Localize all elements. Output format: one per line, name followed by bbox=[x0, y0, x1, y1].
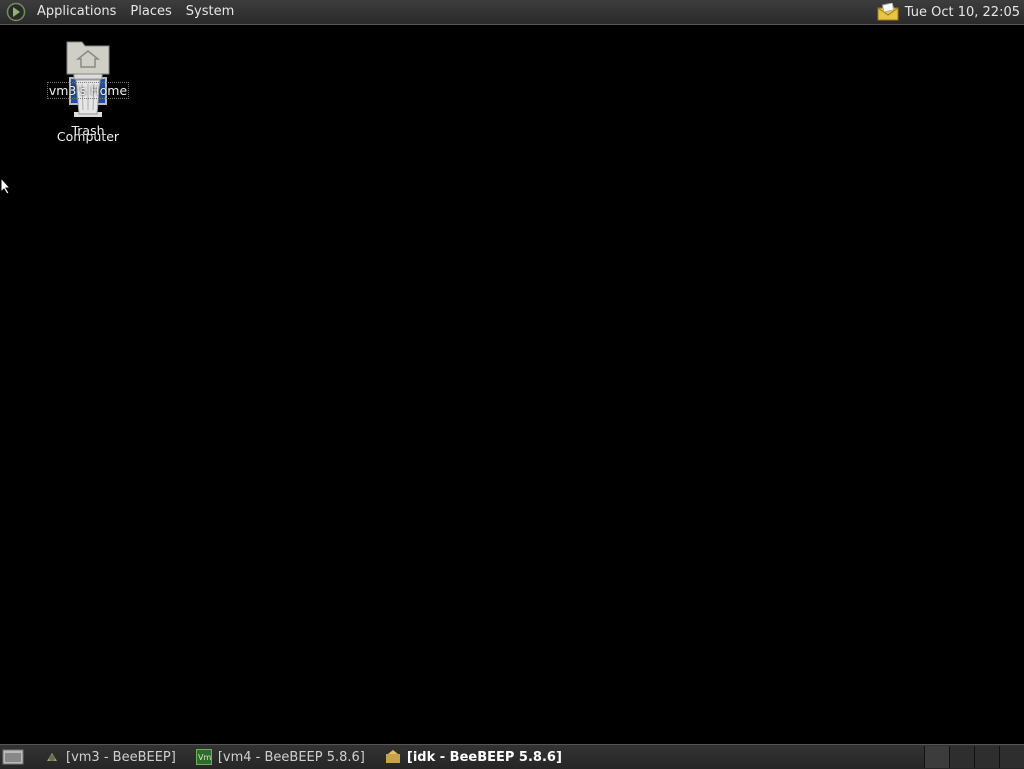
beebeep-icon bbox=[47, 753, 57, 761]
clock[interactable]: Tue Oct 10, 22:05 bbox=[905, 5, 1024, 20]
places-menu[interactable]: Places bbox=[123, 0, 178, 24]
workspace-3[interactable] bbox=[974, 746, 999, 768]
task-idk-beebeep[interactable]: [idk - BeeBEEP 5.8.6] bbox=[379, 745, 568, 769]
panel-tray: Tue Oct 10, 22:05 bbox=[877, 0, 1024, 24]
show-desktop-icon[interactable] bbox=[2, 748, 24, 766]
vm-icon: Vm bbox=[195, 749, 212, 765]
workspace-switcher bbox=[924, 745, 1024, 769]
home-label: vm3's Home bbox=[46, 82, 130, 99]
desktop-icon-home[interactable]: vm3's Home bbox=[43, 36, 133, 99]
workspace-1[interactable] bbox=[924, 746, 949, 768]
workspace-4[interactable] bbox=[999, 746, 1024, 768]
system-menu[interactable]: System bbox=[179, 0, 241, 24]
beebeep-icon bbox=[385, 750, 400, 763]
applications-menu[interactable]: Applications bbox=[30, 0, 123, 24]
svg-text:Vm: Vm bbox=[198, 753, 211, 762]
task-vm3-beebeep[interactable]: [vm3 - BeeBEEP] bbox=[38, 745, 182, 769]
task-label: [vm3 - BeeBEEP] bbox=[66, 749, 176, 765]
top-panel: Applications Places System Tue Oct 10, 2… bbox=[0, 0, 1024, 25]
workspace-2[interactable] bbox=[949, 746, 974, 768]
taskbar: [vm3 - BeeBEEP] Vm [vm4 - BeeBEEP 5.8.6]… bbox=[0, 744, 1024, 769]
mouse-cursor-icon bbox=[0, 177, 12, 195]
task-vm4-beebeep[interactable]: Vm [vm4 - BeeBEEP 5.8.6] bbox=[190, 745, 371, 769]
task-label: [idk - BeeBEEP 5.8.6] bbox=[406, 749, 562, 765]
trash-label: Trash bbox=[71, 123, 105, 138]
task-label: [vm4 - BeeBEEP 5.8.6] bbox=[217, 749, 365, 765]
mail-notification-icon[interactable] bbox=[877, 3, 899, 21]
home-folder-icon bbox=[66, 41, 110, 75]
mate-logo-icon[interactable] bbox=[6, 2, 26, 22]
